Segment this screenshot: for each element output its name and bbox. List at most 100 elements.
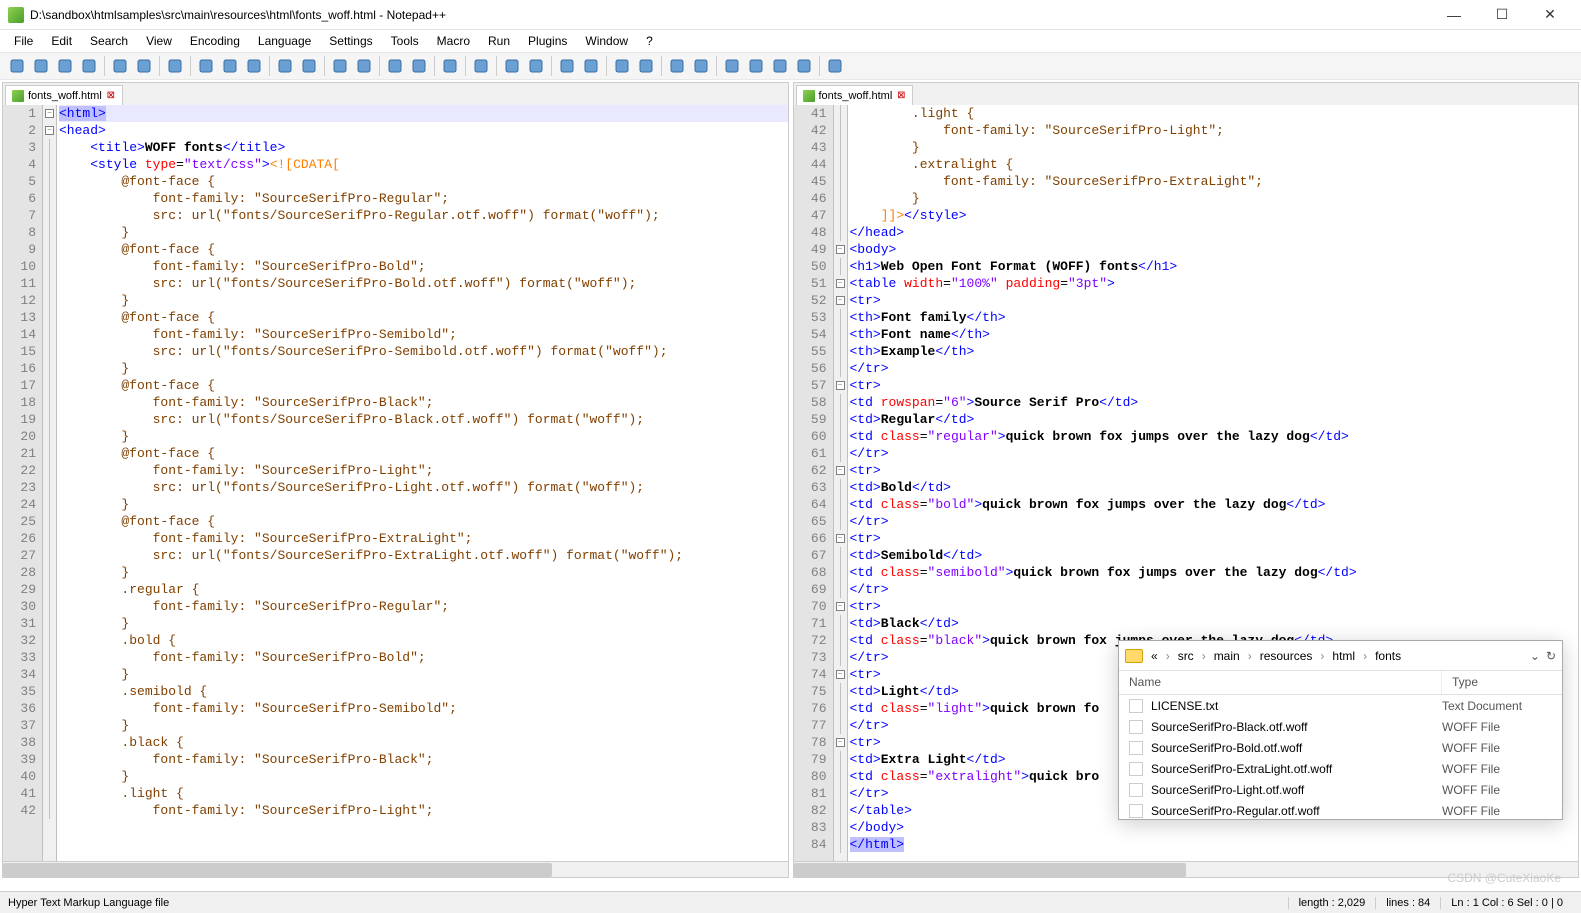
file-icon (1129, 720, 1143, 734)
file-icon (1129, 741, 1143, 755)
breadcrumb-seg[interactable]: fonts (1371, 649, 1405, 663)
sync-icon[interactable] (439, 55, 461, 77)
copy-icon[interactable] (219, 55, 241, 77)
menu-settings[interactable]: Settings (321, 32, 380, 50)
maximize-button[interactable]: ☐ (1479, 1, 1525, 29)
code-area-left[interactable]: 1234567891011121314151617181920212223242… (3, 105, 788, 861)
zoom-in-icon[interactable] (384, 55, 406, 77)
close-all-icon[interactable] (133, 55, 155, 77)
chevron-right-icon: › (1320, 649, 1324, 663)
menu-window[interactable]: Window (577, 32, 636, 50)
chevron-right-icon: › (1363, 649, 1367, 663)
breadcrumb-bar: «›src›main›resources›html›fonts ⌄ ↻ (1119, 641, 1562, 671)
file-row[interactable]: SourceSerifPro-Black.otf.woffWOFF File (1119, 716, 1562, 737)
breadcrumb-seg[interactable]: main (1210, 649, 1244, 663)
file-tab[interactable]: fonts_woff.html ⊠ (5, 85, 123, 105)
tab-label: fonts_woff.html (28, 90, 102, 102)
tab-label: fonts_woff.html (819, 90, 893, 102)
file-name: SourceSerifPro-Regular.otf.woff (1151, 804, 1434, 818)
menu-tools[interactable]: Tools (383, 32, 427, 50)
wrap-icon[interactable] (470, 55, 492, 77)
close-icon[interactable] (109, 55, 131, 77)
find-icon[interactable] (329, 55, 351, 77)
file-type: WOFF File (1442, 720, 1552, 734)
menu-macro[interactable]: Macro (429, 32, 478, 50)
show-all-icon[interactable] (501, 55, 523, 77)
chevron-right-icon: › (1248, 649, 1252, 663)
breadcrumb-seg[interactable]: html (1328, 649, 1359, 663)
file-icon (803, 90, 815, 102)
status-length: length : 2,029 (1288, 897, 1376, 909)
cut-icon[interactable] (195, 55, 217, 77)
replace-icon[interactable] (353, 55, 375, 77)
new-icon[interactable] (6, 55, 28, 77)
file-row[interactable]: SourceSerifPro-Light.otf.woffWOFF File (1119, 779, 1562, 800)
explorer-list: LICENSE.txt Text Document SourceSerifPro-B… (1119, 695, 1562, 819)
editor-left: fonts_woff.html ⊠ 1234567891011121314151… (2, 82, 789, 878)
menu-view[interactable]: View (138, 32, 180, 50)
file-row[interactable]: SourceSerifPro-ExtraLight.otf.woffWOFF F… (1119, 758, 1562, 779)
folder-icon (1125, 649, 1143, 663)
menu-edit[interactable]: Edit (43, 32, 80, 50)
record-icon[interactable] (721, 55, 743, 77)
tab-close-icon[interactable]: ⊠ (106, 91, 116, 101)
file-explorer: «›src›main›resources›html›fonts ⌄ ↻ Name… (1118, 640, 1563, 820)
menu-language[interactable]: Language (250, 32, 319, 50)
breadcrumb-seg[interactable]: resources (1256, 649, 1317, 663)
breadcrumb-seg[interactable]: « (1147, 649, 1162, 663)
func-list-icon[interactable] (690, 55, 712, 77)
explorer-header: Name Type (1119, 671, 1562, 695)
zoom-out-icon[interactable] (408, 55, 430, 77)
file-type: WOFF File (1442, 783, 1552, 797)
watermark: CSDN @CuteXiaoKe (1447, 871, 1561, 885)
menu-plugins[interactable]: Plugins (520, 32, 575, 50)
file-row[interactable]: SourceSerifPro-Bold.otf.woffWOFF File (1119, 737, 1562, 758)
play-icon[interactable] (769, 55, 791, 77)
file-icon (1129, 804, 1143, 818)
close-button[interactable]: ✕ (1527, 1, 1573, 29)
file-row[interactable]: SourceSerifPro-Regular.otf.woffWOFF File (1119, 800, 1562, 819)
menu-run[interactable]: Run (480, 32, 518, 50)
comment-icon[interactable] (635, 55, 657, 77)
indent-icon[interactable] (525, 55, 547, 77)
hscrollbar-left[interactable] (3, 861, 788, 877)
open-icon[interactable] (30, 55, 52, 77)
macro-save-icon[interactable] (824, 55, 846, 77)
file-row[interactable]: LICENSE.txt Text Document (1119, 695, 1562, 716)
titlebar: D:\sandbox\htmlsamples\src\main\resource… (0, 0, 1581, 30)
menu-?[interactable]: ? (638, 32, 661, 50)
breadcrumb-seg[interactable]: src (1174, 649, 1198, 663)
tab-bar-right: fonts_woff.html ⊠ (794, 83, 1579, 105)
paste-icon[interactable] (243, 55, 265, 77)
save-all-icon[interactable] (78, 55, 100, 77)
doc-map-icon[interactable] (666, 55, 688, 77)
stop-icon[interactable] (745, 55, 767, 77)
file-name: SourceSerifPro-ExtraLight.otf.woff (1151, 762, 1434, 776)
menu-file[interactable]: File (6, 32, 41, 50)
chevron-right-icon: › (1202, 649, 1206, 663)
tab-close-icon[interactable]: ⊠ (896, 91, 906, 101)
col-name[interactable]: Name (1119, 671, 1442, 694)
file-icon (12, 90, 24, 102)
play-multi-icon[interactable] (793, 55, 815, 77)
statusbar: Hyper Text Markup Language file length :… (0, 891, 1581, 913)
minimize-button[interactable]: — (1431, 1, 1477, 29)
window-title: D:\sandbox\htmlsamples\src\main\resource… (30, 8, 1431, 22)
file-tab[interactable]: fonts_woff.html ⊠ (796, 85, 914, 105)
refresh-icon[interactable]: ↻ (1546, 649, 1556, 663)
hide-icon[interactable] (611, 55, 633, 77)
file-name: LICENSE.txt (1151, 699, 1434, 713)
fold-icon[interactable] (556, 55, 578, 77)
col-type[interactable]: Type (1442, 671, 1562, 694)
status-pos: Ln : 1 Col : 6 Sel : 0 | 0 (1440, 897, 1573, 909)
print-icon[interactable] (164, 55, 186, 77)
undo-icon[interactable] (274, 55, 296, 77)
file-type: Text Document (1442, 699, 1552, 713)
unfold-icon[interactable] (580, 55, 602, 77)
chevron-down-icon[interactable]: ⌄ (1530, 649, 1540, 663)
file-type: WOFF File (1442, 741, 1552, 755)
redo-icon[interactable] (298, 55, 320, 77)
save-icon[interactable] (54, 55, 76, 77)
menu-search[interactable]: Search (82, 32, 136, 50)
menu-encoding[interactable]: Encoding (182, 32, 248, 50)
